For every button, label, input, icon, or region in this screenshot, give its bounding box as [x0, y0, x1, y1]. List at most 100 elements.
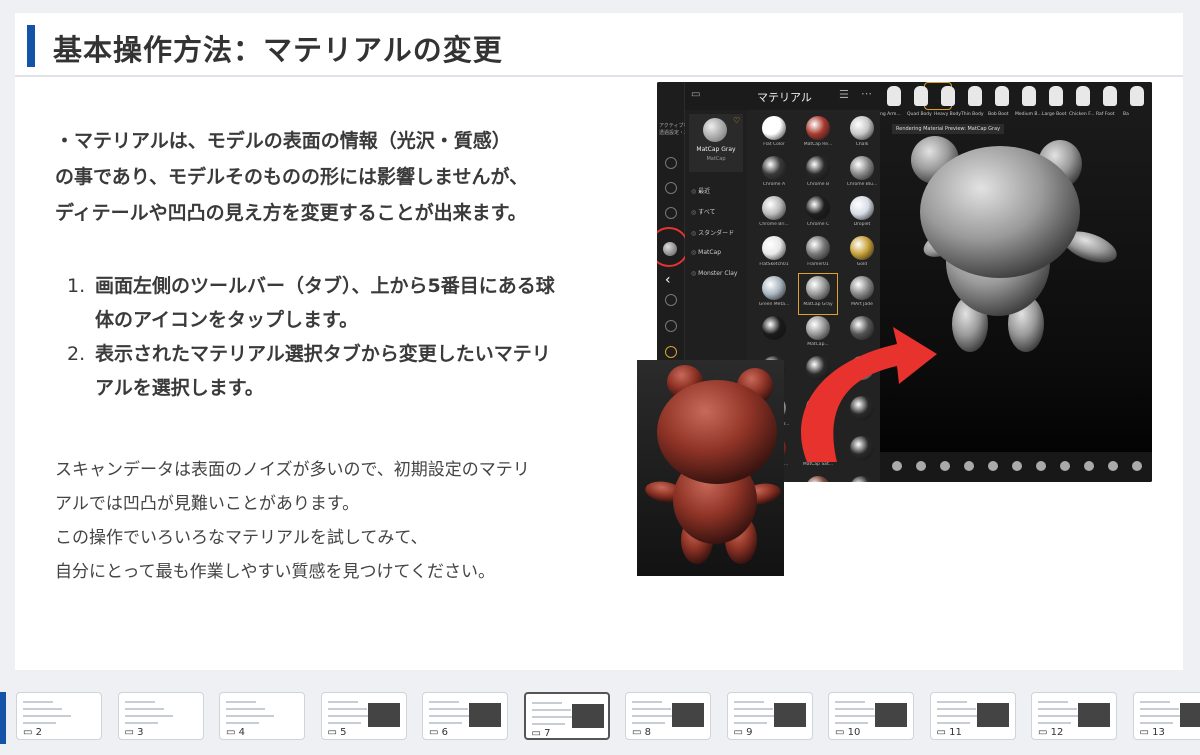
bullet-line: の事であり、モデルそのものの形には影響しませんが、: [55, 166, 529, 188]
material-tile[interactable]: FlatSketch01: [755, 234, 793, 274]
thumbnail-text-line: [1038, 701, 1068, 703]
brush-row: ng Arm... Quad Body Heavy Body Thin Body Bob…: [880, 82, 1152, 122]
brush-figure-icon[interactable]: [914, 86, 928, 106]
material-tile[interactable]: Chrome A: [755, 154, 793, 194]
material-tile[interactable]: [843, 474, 881, 482]
material-panel-title: マテリアル: [757, 91, 812, 104]
thumbnail-number: ▭ 8: [632, 727, 651, 738]
thumbnail-text-line: [632, 708, 671, 710]
thumbnail-number: ▭ 10: [835, 727, 861, 738]
material-tile[interactable]: Chrome C: [799, 194, 837, 234]
material-ball: [806, 116, 830, 140]
material-tile[interactable]: Chrome B: [799, 154, 837, 194]
material-tile[interactable]: Chrome Bri...: [755, 194, 793, 234]
viewport-tool-icon[interactable]: [1036, 461, 1046, 471]
material-label: Gold: [856, 262, 868, 267]
material-label: Chrome Bri...: [759, 222, 789, 227]
note-line: スキャンデータは表面のノイズが多いので、初期設定のマテリ: [55, 460, 530, 480]
category-standard: スタンダード: [691, 228, 734, 237]
material-tile[interactable]: MatCap Cla...: [799, 474, 837, 482]
viewport-tool-icon[interactable]: [1060, 461, 1070, 471]
thumbnail-text-line: [429, 708, 468, 710]
material-ball: [762, 236, 786, 260]
thumbnail-number: ▭ 4: [226, 727, 245, 738]
slide-thumbnail[interactable]: ▭ 3: [117, 692, 204, 740]
brush-figure-icon[interactable]: [941, 86, 955, 106]
viewport-tool-icon[interactable]: [1132, 461, 1142, 471]
brush-figure-icon[interactable]: [1049, 86, 1063, 106]
title-accent-bar: [27, 25, 35, 67]
viewport-tool-icon[interactable]: [988, 461, 998, 471]
brush-figure-icon[interactable]: [968, 86, 982, 106]
viewport-tool-icon[interactable]: [1084, 461, 1094, 471]
slide-thumbnail[interactable]: ▭ 8: [625, 692, 711, 740]
thumbnail-text-line: [23, 701, 53, 703]
thumbnail-text-line: [124, 722, 158, 724]
material-ball: [850, 276, 874, 300]
material-tile[interactable]: Flat Color: [755, 114, 793, 154]
step-line: 体のアイコンをタップします。: [95, 309, 359, 331]
thumbnail-text-line: [124, 715, 173, 717]
brush-figure-icon[interactable]: [887, 86, 901, 106]
red-bear-model: [645, 365, 781, 564]
material-tile[interactable]: Framer01: [799, 234, 837, 274]
material-label: Flat Color: [763, 142, 785, 147]
slide-thumbnail[interactable]: ▭ 9: [726, 692, 813, 740]
thumbnail-number: ▭ 6: [429, 727, 448, 738]
material-tile[interactable]: Chrome Blu...: [843, 154, 881, 194]
material-label: Chrome B: [806, 182, 830, 187]
material-tile[interactable]: Gold: [843, 234, 881, 274]
slide-title-bar: 基本操作方法：マテリアルの変更: [15, 13, 1183, 77]
brush-figure-icon[interactable]: [1130, 86, 1144, 106]
material-tile[interactable]: MatCap Re...: [799, 114, 837, 154]
step-line: 表示されたマテリアル選択タブから変更したいマテリ: [95, 343, 551, 365]
thumbnail-image: [1179, 703, 1200, 727]
viewport-tool-icon[interactable]: [964, 461, 974, 471]
brush-label: Ba: [1123, 112, 1129, 117]
slide-thumbnail[interactable]: ▭ 4: [219, 692, 305, 740]
thumbnail-text-line: [327, 722, 361, 724]
material-ball: [762, 276, 786, 300]
thumbnail-text-line: [733, 708, 773, 710]
thumbnail-image: [875, 703, 907, 727]
slide-thumbnail[interactable]: ▭ 2: [16, 692, 102, 740]
slide-thumbnail[interactable]: ▭ 5: [320, 692, 407, 740]
material-ball: [762, 156, 786, 180]
material-label: Chrome A: [762, 182, 786, 187]
brush-figure-icon[interactable]: [1022, 86, 1036, 106]
brush-label: Chicken F...: [1069, 112, 1095, 117]
thumbnail-text-line: [327, 701, 358, 703]
bullet-line: ディテールや凹凸の見え方を変更することが出来ます。: [55, 202, 527, 224]
steps-list: 1. 画面左側のツールバー（タブ）、上から5番目にある球 体のアイコンをタップし…: [67, 269, 647, 405]
brush-label: Thin Body: [961, 112, 984, 117]
step-line: 画面左側のツールバー（タブ）、上から5番目にある球: [95, 275, 555, 297]
thumbnail-text-line: [733, 701, 764, 703]
material-label: FlatSketch01: [759, 262, 789, 267]
material-ball: [850, 116, 874, 140]
tool-icon: [665, 320, 677, 332]
slide-thumbnail[interactable]: ▭ 11: [929, 692, 1016, 740]
viewport-tool-icon[interactable]: [1012, 461, 1022, 471]
brush-figure-icon[interactable]: [1076, 86, 1090, 106]
viewport-tool-icon[interactable]: [1108, 461, 1118, 471]
material-tile[interactable]: Droplet: [843, 194, 881, 234]
material-ball: [762, 196, 786, 220]
more-icon: ⋯: [861, 87, 872, 100]
brush-figure-icon[interactable]: [1103, 86, 1117, 106]
thumbnail-partial[interactable]: [0, 692, 6, 744]
thumbnail-number: ▭ 9: [733, 727, 753, 738]
thumbnail-number: ▭ 2: [23, 727, 42, 738]
slide-thumbnail[interactable]: ▭ 6: [422, 692, 508, 740]
brush-label: Quad Body: [907, 112, 932, 117]
slide-thumbnail[interactable]: ▭ 13: [1132, 692, 1200, 740]
thumbnail-image: [976, 703, 1009, 727]
slide-thumbnail[interactable]: ▭ 12: [1031, 692, 1117, 740]
material-tile[interactable]: Chalk: [843, 114, 881, 154]
thumbnail-text-line: [1139, 722, 1173, 724]
brush-figure-icon[interactable]: [995, 86, 1009, 106]
thumbnail-text-line: [429, 701, 459, 703]
slide-thumbnail[interactable]: ▭ 10: [828, 692, 914, 740]
slide-thumbnail[interactable]: ▭ 7: [523, 692, 610, 740]
material-ball: [850, 196, 874, 220]
thumbnail-number: ▭ 12: [1038, 727, 1064, 738]
